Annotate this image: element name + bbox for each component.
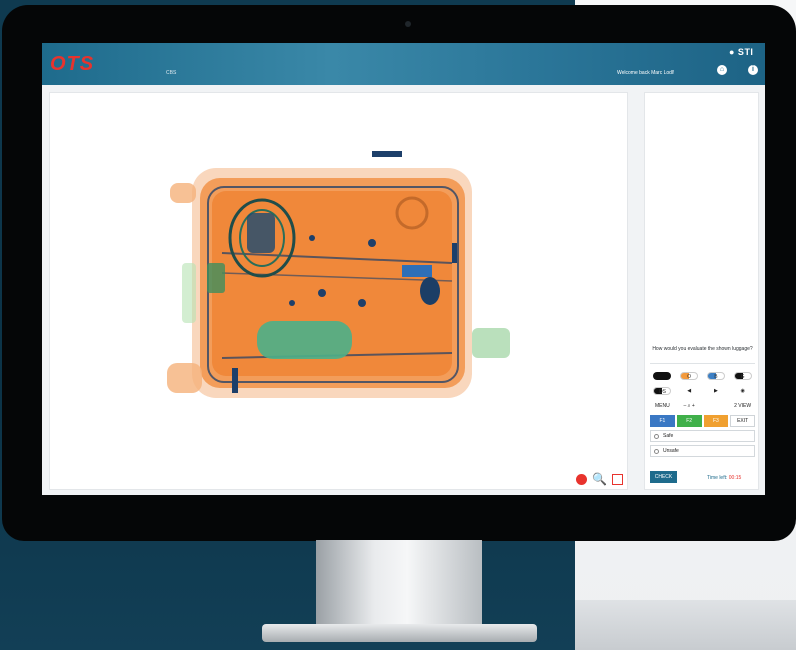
radio-icon[interactable] bbox=[654, 448, 659, 454]
app-screen: OTS CBS ● STI Welcome back Marc Lodl! ⌂ … bbox=[42, 43, 765, 495]
record-dot-icon[interactable] bbox=[576, 473, 588, 485]
mode-os-button[interactable]: OS bbox=[650, 385, 675, 397]
home-icon[interactable]: ⌂ bbox=[717, 65, 727, 75]
two-view-button[interactable]: 2 VIEW bbox=[730, 400, 755, 412]
module-label: CBS bbox=[166, 70, 177, 76]
webcam bbox=[405, 21, 411, 27]
image-controls: O B G OS ◀ ▶ ◉ MENU – ⌕ + 2 VIEW F1 F2 F… bbox=[650, 370, 755, 427]
eye-icon[interactable]: ◉ bbox=[730, 385, 755, 397]
evaluation-panel: How would you evaluate the shown luggage… bbox=[644, 92, 759, 490]
selection-box-icon[interactable] bbox=[612, 473, 623, 485]
evaluation-question: How would you evaluate the shown luggage… bbox=[652, 346, 753, 352]
option-unsafe[interactable]: Unsafe bbox=[650, 445, 755, 457]
mode-inorganic-button[interactable]: B bbox=[704, 370, 729, 382]
next-arrow-icon[interactable]: ▶ bbox=[704, 385, 729, 397]
option-safe[interactable]: Safe bbox=[650, 430, 755, 442]
mode-black-button[interactable] bbox=[650, 370, 675, 382]
option-label: Safe bbox=[663, 433, 674, 439]
option-label: Unsafe bbox=[663, 448, 679, 454]
welcome-text: Welcome back Marc Lodl! bbox=[617, 70, 675, 76]
panel-divider bbox=[650, 363, 755, 364]
blank-control bbox=[704, 400, 729, 412]
brand-logo: ● STI bbox=[729, 47, 754, 57]
xray-viewer[interactable]: 🔍 bbox=[49, 92, 628, 490]
zoom-control[interactable]: – ⌕ + bbox=[677, 400, 702, 412]
menu-button[interactable]: MENU bbox=[650, 400, 675, 412]
time-left-label: Time left: bbox=[707, 475, 728, 481]
monitor-stand bbox=[316, 540, 482, 632]
evaluation-options: Safe Unsafe bbox=[650, 430, 755, 460]
check-button[interactable]: CHECK bbox=[650, 471, 677, 483]
exit-button[interactable]: EXIT bbox=[730, 415, 755, 427]
f2-button[interactable]: F2 bbox=[676, 415, 702, 427]
prev-arrow-icon[interactable]: ◀ bbox=[677, 385, 702, 397]
suitcase-xray-image bbox=[167, 151, 510, 398]
monitor-base bbox=[262, 624, 537, 642]
info-icon[interactable]: i bbox=[748, 65, 758, 75]
time-left-value: 00:15 bbox=[728, 475, 742, 481]
time-left: Time left: 00:15 bbox=[707, 475, 741, 481]
radio-icon[interactable] bbox=[654, 433, 659, 439]
f3-button[interactable]: F3 bbox=[703, 415, 729, 427]
magnifier-icon[interactable]: 🔍 bbox=[592, 473, 607, 485]
f1-button[interactable]: F1 bbox=[650, 415, 675, 427]
mode-organic-button[interactable]: O bbox=[677, 370, 702, 382]
viewer-tools: 🔍 bbox=[576, 473, 623, 485]
mode-grey-button[interactable]: G bbox=[730, 370, 755, 382]
app-logo: OTS bbox=[50, 53, 95, 75]
app-header: OTS CBS ● STI Welcome back Marc Lodl! ⌂ … bbox=[42, 43, 765, 85]
backdrop-floor bbox=[575, 600, 796, 650]
